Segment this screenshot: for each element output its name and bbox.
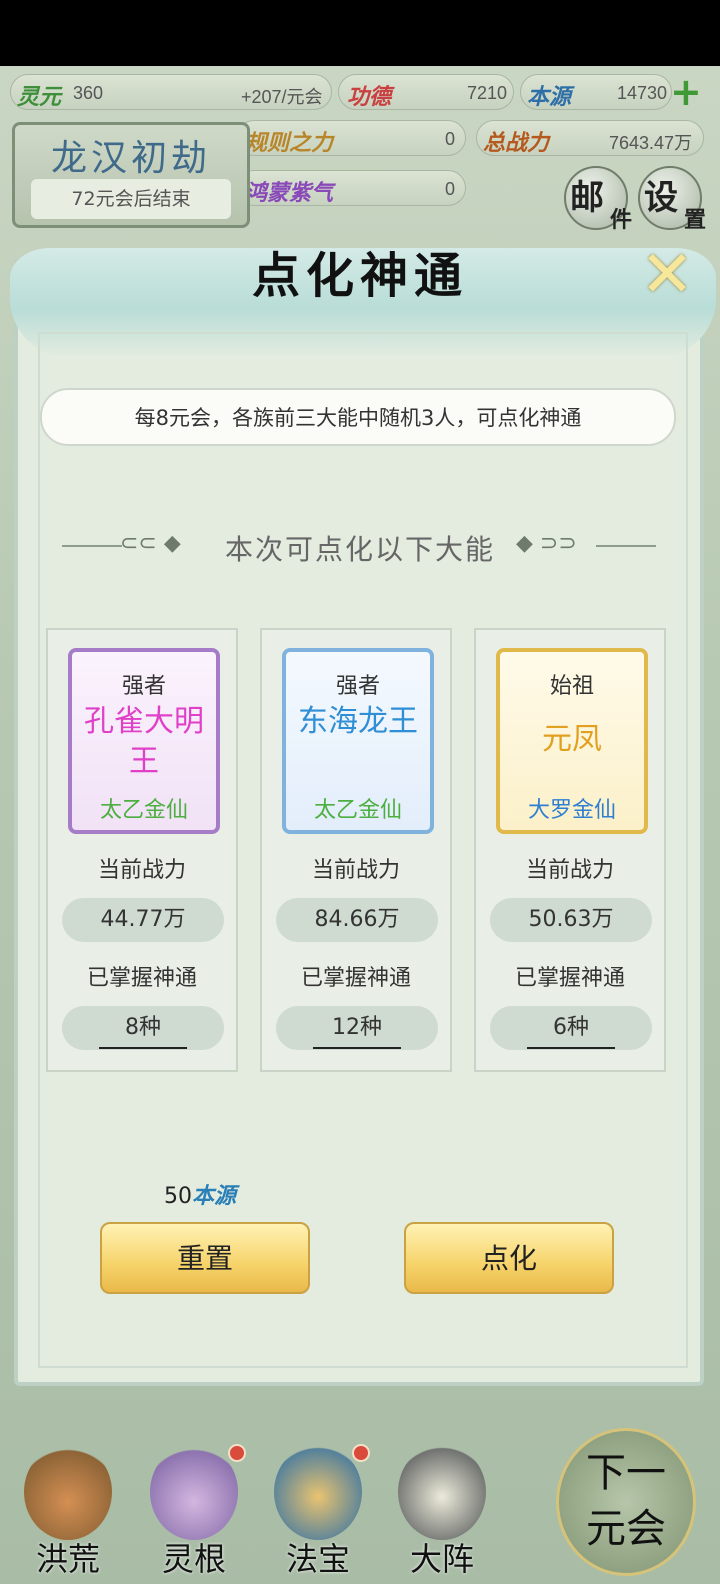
lotus-icon xyxy=(150,1444,238,1540)
power-label: 当前战力 xyxy=(525,858,614,883)
lingyuan-resource: 灵元 360 +207/元会 xyxy=(10,74,332,110)
hongmeng-resource: 鸿蒙紫气 0 xyxy=(236,170,466,206)
power-label: 当前战力 xyxy=(311,858,400,883)
skills-value: 8种 xyxy=(99,1009,187,1049)
nav-label: 灵根 xyxy=(161,1540,226,1578)
scroll-ornament-right-icon: ◆ ⊃⊃ xyxy=(516,531,577,556)
skills-value: 6种 xyxy=(527,1009,615,1049)
skills-label: 已掌握神通 xyxy=(514,966,625,991)
gongde-value: 7210 xyxy=(467,83,508,103)
candidate-realm: 大罗金仙 xyxy=(527,798,616,823)
formation-icon xyxy=(398,1444,486,1540)
reset-cost-unit: 本源 xyxy=(192,1183,237,1209)
candidate-name: 元凤 xyxy=(542,722,602,757)
notice-banner: 每8元会，各族前三大能中随机3人，可点化神通 xyxy=(40,388,676,446)
skills-label: 已掌握神通 xyxy=(86,966,197,991)
candidate-portrait-2: 强者 东海龙王 太乙金仙 xyxy=(282,648,434,834)
section-title: 本次可点化以下大能 xyxy=(224,533,495,566)
close-icon[interactable]: ✕ xyxy=(636,243,698,307)
skills-label: 已掌握神通 xyxy=(300,966,411,991)
treasure-icon xyxy=(274,1444,362,1540)
benyuan-resource: 本源 14730 xyxy=(520,74,672,110)
candidate-card-3[interactable]: 始祖 元凤 大罗金仙 当前战力 50.63万 已掌握神通 6种 xyxy=(474,628,666,1072)
add-benyuan-icon[interactable]: + xyxy=(670,73,702,111)
skills-pill: 8种 xyxy=(62,1006,224,1050)
era-panel: 龙汉初劫 72元会后结束 xyxy=(12,122,250,228)
candidate-portrait-1: 强者 孔雀大明王 太乙金仙 xyxy=(68,648,220,834)
benyuan-value: 14730 xyxy=(617,83,668,103)
hongmeng-label: 鸿蒙紫气 xyxy=(245,180,334,206)
reset-button[interactable]: 重置 xyxy=(100,1222,310,1294)
lingyuan-label: 灵元 xyxy=(17,84,62,110)
skills-pill: 6种 xyxy=(490,1006,652,1050)
era-title: 龙汉初劫 xyxy=(50,138,211,179)
notification-badge xyxy=(228,1444,246,1462)
guize-label: 规则之力 xyxy=(245,130,334,156)
next-era-line2: 元会 xyxy=(586,1506,666,1552)
candidate-rank: 强者 xyxy=(121,674,166,699)
lingyuan-value: 360 xyxy=(73,83,104,103)
skills-value: 12种 xyxy=(313,1009,401,1049)
zhanli-label: 总战力 xyxy=(483,130,550,156)
nav-honghuang[interactable]: 洪荒 xyxy=(8,1438,128,1584)
reset-cost: 50本源 xyxy=(164,1178,236,1210)
reset-cost-amount: 50 xyxy=(164,1184,192,1209)
divider-right xyxy=(596,545,656,547)
benyuan-label: 本源 xyxy=(527,84,572,110)
candidate-rank: 始祖 xyxy=(549,674,594,699)
notification-badge xyxy=(352,1444,370,1462)
gongde-resource: 功德 7210 xyxy=(338,74,514,110)
next-era-button[interactable]: 下一 元会 xyxy=(556,1428,696,1576)
nav-label: 法宝 xyxy=(285,1540,350,1578)
power-label: 当前战力 xyxy=(97,858,186,883)
guize-resource: 规则之力 0 xyxy=(236,120,466,156)
skills-pill: 12种 xyxy=(276,1006,438,1050)
candidate-rank: 强者 xyxy=(335,674,380,699)
nav-linggen[interactable]: 灵根 xyxy=(134,1438,254,1584)
next-era-line1: 下一 xyxy=(586,1450,666,1496)
power-value: 44.77万 xyxy=(62,898,224,942)
hongmeng-value: 0 xyxy=(445,179,456,199)
enlighten-button[interactable]: 点化 xyxy=(404,1222,614,1294)
settings-label-big: 设 xyxy=(644,178,678,218)
candidate-portrait-3: 始祖 元凤 大罗金仙 xyxy=(496,648,648,834)
nav-label: 大阵 xyxy=(409,1540,474,1578)
candidate-realm: 太乙金仙 xyxy=(99,798,188,823)
zhanli-value: 7643.47万 xyxy=(609,133,693,153)
mail-button[interactable]: 邮 件 xyxy=(564,166,632,233)
era-countdown: 72元会后结束 xyxy=(31,179,231,219)
mountain-icon xyxy=(24,1444,112,1540)
mail-label-big: 邮 xyxy=(570,178,604,218)
lingyuan-rate: +207/元会 xyxy=(241,87,323,107)
gongde-label: 功德 xyxy=(347,84,392,110)
nav-label: 洪荒 xyxy=(35,1540,100,1578)
candidate-card-1[interactable]: 强者 孔雀大明王 太乙金仙 当前战力 44.77万 已掌握神通 8种 xyxy=(46,628,238,1072)
mail-label-small: 件 xyxy=(609,207,632,233)
candidate-card-2[interactable]: 强者 东海龙王 太乙金仙 当前战力 84.66万 已掌握神通 12种 xyxy=(260,628,452,1072)
modal-title: 点化神通 xyxy=(251,248,468,304)
candidate-name: 东海龙王 xyxy=(298,704,418,739)
settings-button[interactable]: 设 置 xyxy=(638,166,706,233)
nav-fabao[interactable]: 法宝 xyxy=(258,1438,378,1584)
resource-row-top: 灵元 360 +207/元会 功德 7210 本源 14730 + xyxy=(0,73,720,114)
candidate-name: 孔雀大明王 xyxy=(84,704,204,779)
candidate-realm: 太乙金仙 xyxy=(313,798,402,823)
nav-dazhen[interactable]: 大阵 xyxy=(382,1438,502,1584)
power-value: 84.66万 xyxy=(276,898,438,942)
settings-label-small: 置 xyxy=(683,207,706,233)
guize-value: 0 xyxy=(445,129,456,149)
power-value: 50.63万 xyxy=(490,898,652,942)
zhanli-resource: 总战力 7643.47万 xyxy=(476,120,704,156)
